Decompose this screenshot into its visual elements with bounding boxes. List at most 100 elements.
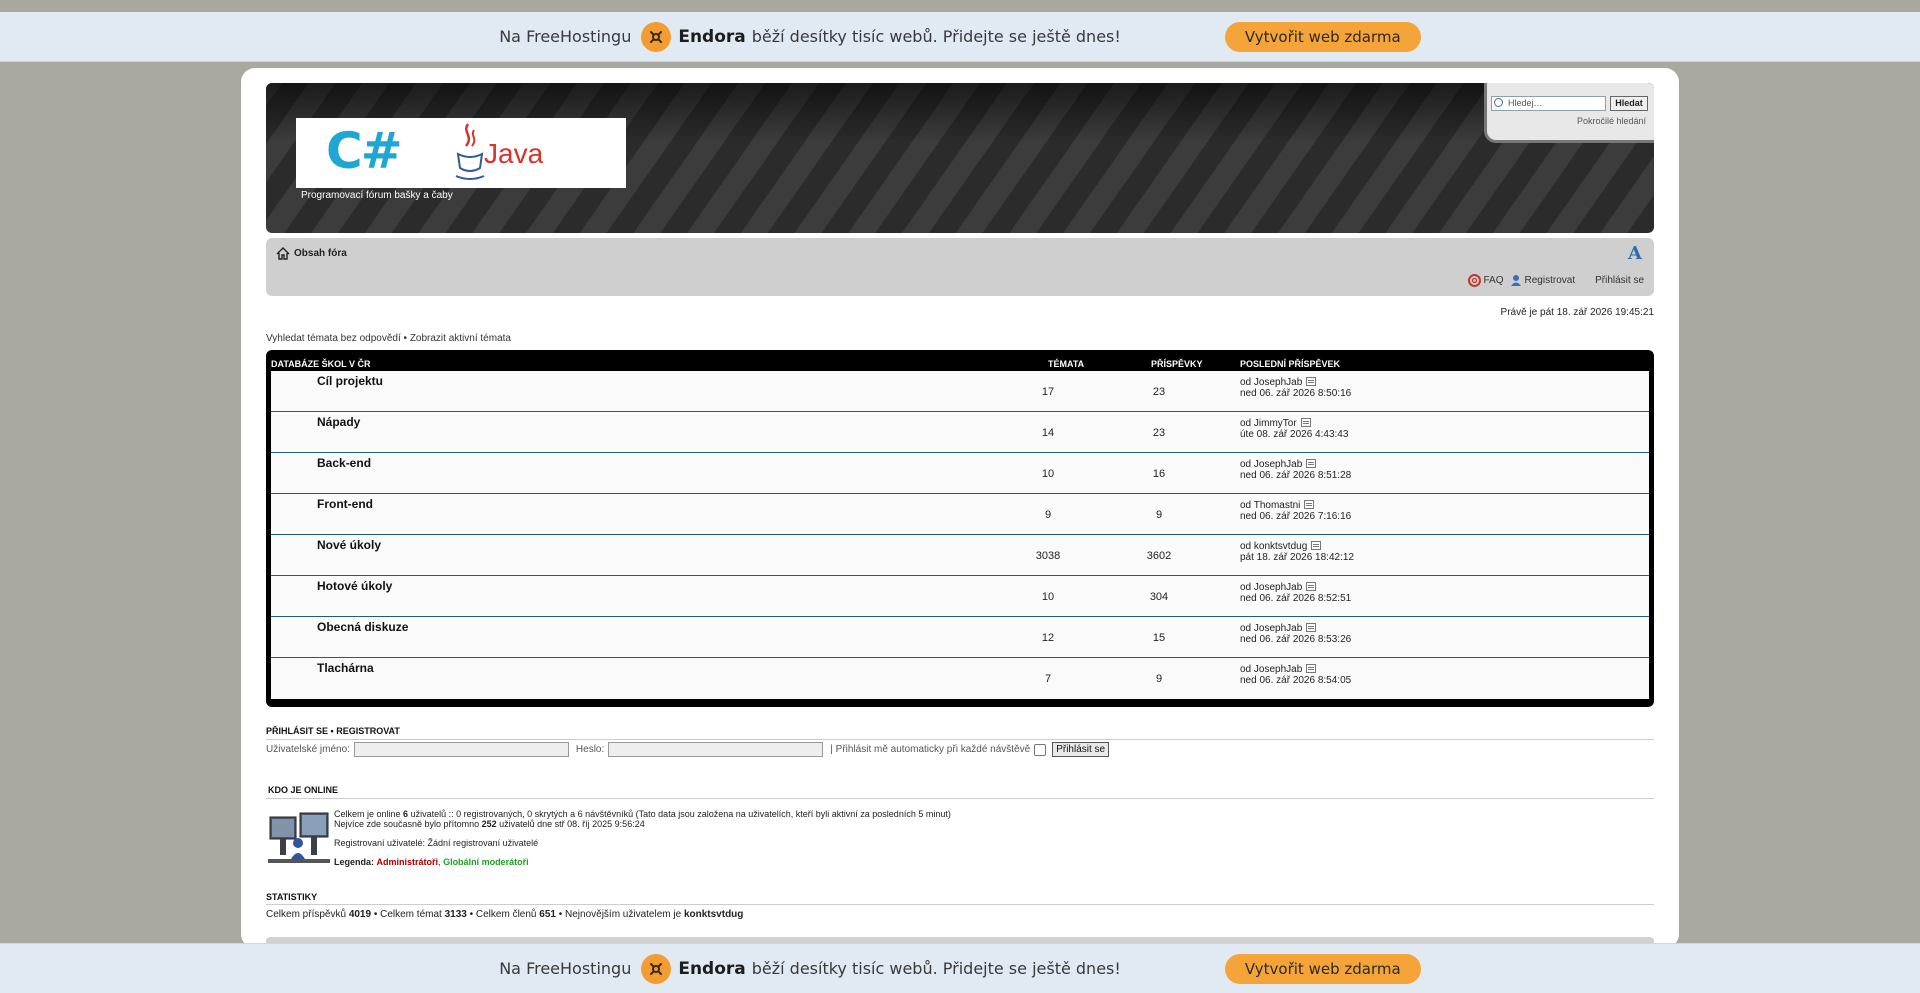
forum-title-link[interactable]: Nové úkoly [317, 538, 381, 552]
create-web-button[interactable]: Vytvořit web zdarma [1224, 21, 1421, 52]
last-post-author[interactable]: od konktsvtdug [1240, 541, 1307, 552]
forum-posts-count: 304 [1149, 591, 1169, 603]
forum-title-link[interactable]: Tlachárna [317, 661, 374, 675]
forum-title-link[interactable]: Front-end [317, 497, 373, 511]
register-heading-link[interactable]: REGISTROVAT [336, 726, 400, 736]
home-link[interactable]: Obsah fóra [294, 248, 347, 259]
breadcrumb[interactable]: Obsah fóra [276, 247, 347, 260]
last-post-author[interactable]: od JosephJab [1240, 377, 1302, 388]
login-submit-button[interactable]: Přihlásit se [1052, 742, 1110, 757]
active-topics-link[interactable]: Zobrazit aktivní témata [410, 333, 511, 344]
col-last-post-header: POSLEDNÍ PŘÍSPĚVEK [1240, 359, 1341, 369]
forum-title-link[interactable]: Cíl projektu [317, 374, 383, 388]
last-post-author[interactable]: od JosephJab [1240, 582, 1302, 593]
user-add-icon [1510, 275, 1521, 286]
forum-last-post: od konktsvtdug pát 18. zář 2026 18:42:12 [1240, 541, 1354, 563]
site-logo[interactable]: C# Java [296, 118, 626, 188]
forum-title-link[interactable]: Hotové úkoly [317, 579, 392, 593]
forum-posts-count: 9 [1155, 509, 1163, 521]
promo-brand: Endora [678, 958, 746, 979]
view-latest-post-icon[interactable] [1304, 500, 1315, 509]
forum-posts-count: 3602 [1146, 550, 1172, 562]
forum-topics-count: 9 [1044, 509, 1052, 521]
category-title[interactable]: DATABÁZE ŠKOL V ČR [271, 359, 371, 369]
forum-header: C# Java Programovací fórum bašky a čaby … [266, 83, 1654, 233]
online-text: Celkem je online [334, 809, 404, 819]
record-count: 252 [481, 819, 497, 829]
online-users-icon [268, 812, 330, 863]
forum-topics-count: 12 [1041, 632, 1055, 644]
forum-posts-count: 16 [1152, 468, 1166, 480]
forum-last-post: od JosephJab ned 06. zář 2026 8:50:16 [1240, 377, 1351, 399]
last-post-date: ned 06. zář 2026 8:51:28 [1240, 470, 1352, 481]
password-label: Heslo: [575, 744, 605, 755]
stats-label: • Celkem témat [371, 909, 445, 920]
forum-row: Nové úkoly 3038 3602 od konktsvtdug pát 18. … [271, 535, 1649, 576]
autologin-label: | Přihlásit mě automaticky při každé náv… [830, 744, 1031, 755]
login-heading-link[interactable]: PŘIHLÁSIT SE [266, 726, 328, 736]
view-latest-post-icon[interactable] [1306, 623, 1317, 632]
forum-row: Tlachárna 7 9 od JosephJab ned 06. zář 2026 … [271, 658, 1649, 699]
unanswered-topics-link[interactable]: Vyhledat témata bez odpovědí [266, 333, 401, 344]
view-latest-post-icon[interactable] [1306, 664, 1317, 673]
statistics-text: Celkem příspěvků 4019 • Celkem témat 313… [266, 909, 743, 920]
search-box: Hledej… Hledat Pokročilé hledání [1484, 83, 1654, 143]
advanced-search-link[interactable]: Pokročilé hledání [1577, 116, 1646, 126]
view-latest-post-icon[interactable] [1306, 459, 1317, 468]
navbar: Obsah fóra A FAQ Registrovat Přihlásit s… [266, 238, 1654, 296]
forum-title-link[interactable]: Back-end [317, 456, 371, 470]
home-icon [276, 247, 290, 260]
page-top-strip [0, 0, 1920, 12]
promo-brand: Endora [678, 26, 746, 47]
view-latest-post-icon[interactable] [1311, 541, 1322, 550]
forum-last-post: od JosephJab ned 06. zář 2026 8:54:05 [1240, 664, 1351, 686]
csharp-logo: C# [326, 122, 403, 180]
forum-posts-count: 15 [1152, 632, 1166, 644]
user-nav: FAQ Registrovat Přihlásit se [1462, 274, 1644, 287]
legend: Legenda: Administrátoři, Globální moderá… [334, 857, 951, 867]
last-post-author[interactable]: od JosephJab [1240, 459, 1302, 470]
username-field[interactable] [353, 742, 569, 757]
stats-label: • Celkem členů [466, 909, 540, 920]
faq-link[interactable]: FAQ [1467, 274, 1504, 287]
view-latest-post-icon[interactable] [1306, 377, 1317, 386]
java-cup-icon [455, 123, 485, 180]
create-web-button[interactable]: Vytvořit web zdarma [1224, 953, 1421, 984]
last-post-author[interactable]: od JosephJab [1240, 664, 1302, 675]
forum-table-header: DATABÁZE ŠKOL V ČR TÉMATA PŘÍSPĚVKY POSL… [271, 353, 1649, 371]
search-icon [1494, 98, 1503, 107]
page-wrapper: C# Java Programovací fórum bašky a čaby … [241, 68, 1679, 948]
autologin-checkbox[interactable] [1034, 743, 1047, 756]
forum-last-post: od JosephJab ned 06. zář 2026 8:51:28 [1240, 459, 1351, 481]
stats-posts: 4019 [348, 909, 372, 920]
search-button[interactable]: Hledat [1610, 96, 1648, 111]
last-post-author[interactable]: od Thomastni [1240, 500, 1300, 511]
online-info: Celkem je online 6 uživatelů :: 0 regist… [334, 809, 951, 867]
font-size-icon[interactable]: A [1626, 244, 1644, 264]
forum-rows: Cíl projektu 17 23 od JosephJab ned 06. zář … [271, 371, 1649, 699]
current-time: Právě je pát 18. zář 2026 19:45:21 [1500, 307, 1654, 318]
login-heading-separator: • [330, 726, 334, 736]
login-link[interactable]: Přihlásit se [1595, 275, 1644, 286]
divider [266, 798, 1654, 799]
register-link[interactable]: Registrovat [1510, 274, 1575, 287]
view-latest-post-icon[interactable] [1300, 418, 1311, 427]
legend-moderators[interactable]: Globální moderátoři [443, 857, 529, 867]
online-text: uživatelů :: 0 registrovaných, 0 skrytýc… [408, 809, 951, 819]
last-post-author[interactable]: od JosephJab [1240, 623, 1302, 634]
search-input[interactable]: Hledej… [1491, 96, 1606, 111]
forum-title-link[interactable]: Nápady [317, 415, 360, 429]
last-post-date: ned 06. zář 2026 8:52:51 [1240, 593, 1352, 604]
last-post-date: pát 18. zář 2026 18:42:12 [1240, 552, 1354, 563]
forum-row: Back-end 10 16 od JosephJab ned 06. zář 2026… [271, 453, 1649, 494]
view-latest-post-icon[interactable] [1306, 582, 1317, 591]
forum-topics-count: 10 [1041, 468, 1055, 480]
java-logo: Java [484, 138, 544, 169]
legend-admins[interactable]: Administrátoři [377, 857, 439, 867]
newest-user-link[interactable]: konktsvtdug [684, 909, 743, 920]
forum-title-link[interactable]: Obecná diskuze [317, 620, 408, 634]
forum-last-post: od JimmyTor úte 08. zář 2026 4:43:43 [1240, 418, 1348, 440]
forum-table: DATABÁZE ŠKOL V ČR TÉMATA PŘÍSPĚVKY POSL… [266, 350, 1654, 707]
last-post-author[interactable]: od JimmyTor [1240, 418, 1297, 429]
password-field[interactable] [608, 742, 824, 757]
